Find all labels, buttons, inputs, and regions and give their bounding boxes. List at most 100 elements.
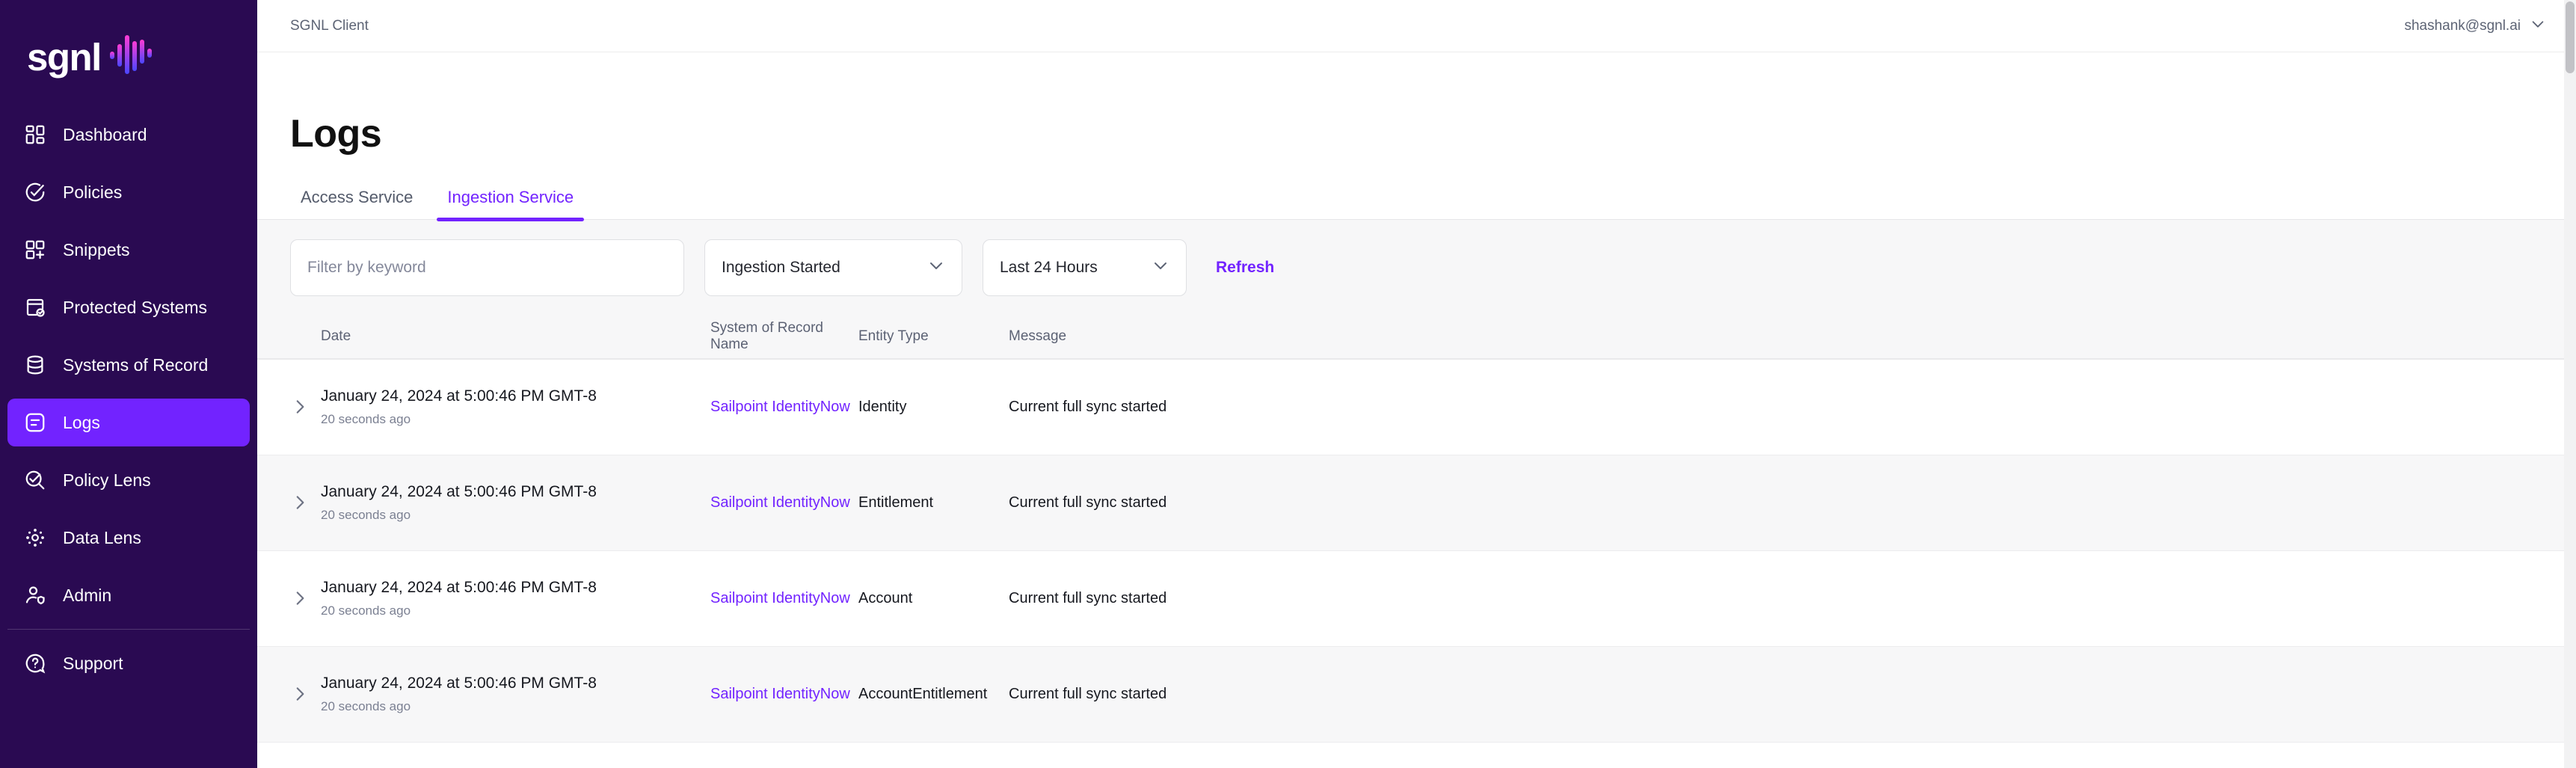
sidebar-item-label: Dashboard: [63, 124, 147, 144]
cell-system-of-record: Sailpoint IdentityNow: [710, 590, 858, 607]
log-timestamp: January 24, 2024 at 5:00:46 PM GMT-8: [321, 387, 597, 405]
cell-entity-type: AccountEntitlement: [858, 685, 988, 702]
sidebar-item-label: Policies: [63, 182, 123, 202]
log-timestamp: January 24, 2024 at 5:00:46 PM GMT-8: [321, 675, 597, 692]
system-of-record-link[interactable]: Sailpoint IdentityNow: [710, 686, 850, 702]
cell-date: January 24, 2024 at 5:00:46 PM GMT-8 20 s…: [321, 482, 710, 523]
chevron-right-icon[interactable]: [290, 397, 321, 417]
sidebar-item-support[interactable]: Support: [7, 639, 250, 687]
sidebar-item-snippets[interactable]: Snippets: [7, 226, 250, 274]
sidebar-item-label: Snippets: [63, 239, 130, 259]
cell-message: Current full sync started: [1009, 685, 1167, 702]
log-relative-time: 20 seconds ago: [321, 603, 411, 618]
sidebar-item-label: Logs: [63, 412, 100, 432]
log-relative-time: 20 seconds ago: [321, 412, 411, 427]
tab-ingestion-service[interactable]: Ingestion Service: [437, 188, 584, 221]
policy-lens-icon: [22, 467, 48, 493]
chevron-down-icon: [2530, 16, 2546, 37]
sidebar-item-label: Policy Lens: [63, 470, 151, 490]
column-header-message: Message: [1009, 328, 1067, 345]
chevron-right-icon[interactable]: [290, 684, 321, 704]
log-timestamp: January 24, 2024 at 5:00:46 PM GMT-8: [321, 579, 597, 597]
search-input[interactable]: [290, 239, 684, 296]
sidebar-item-dashboard[interactable]: Dashboard: [7, 111, 250, 159]
sidebar-item-label: Data Lens: [63, 527, 141, 547]
main-content: SGNL Client shashank@sgnl.ai Logs Access…: [257, 0, 2576, 768]
page-scrollbar[interactable]: [2564, 0, 2576, 768]
column-header-system-of-record-name: System of Record Name: [710, 320, 823, 353]
chevron-right-icon[interactable]: [290, 589, 321, 608]
event-type-select-value: Ingestion Started: [722, 258, 840, 276]
system-of-record-link[interactable]: Sailpoint IdentityNow: [710, 399, 850, 415]
page-title: Logs: [290, 111, 382, 156]
sidebar-item-label: Systems of Record: [63, 354, 209, 375]
check-circle-icon: [22, 179, 48, 205]
page-scrollbar-thumb[interactable]: [2566, 1, 2575, 73]
sidebar-item-label: Support: [63, 653, 123, 673]
table-row[interactable]: January 24, 2024 at 5:00:46 PM GMT-8 20 s…: [257, 455, 2576, 551]
snippets-grid-plus-icon: [22, 237, 48, 262]
time-range-select[interactable]: Last 24 Hours: [983, 239, 1187, 296]
sidebar-item-label: Admin: [63, 585, 112, 605]
sidebar-item-admin[interactable]: Admin: [7, 571, 250, 619]
logs-icon: [22, 410, 48, 435]
cell-date: January 24, 2024 at 5:00:46 PM GMT-8 20 s…: [321, 674, 710, 714]
chevron-right-icon[interactable]: [290, 493, 321, 512]
refresh-button[interactable]: Refresh: [1216, 259, 1274, 277]
cell-system-of-record: Sailpoint IdentityNow: [710, 399, 858, 416]
chevron-down-icon: [1152, 256, 1169, 279]
breadcrumb: SGNL Client: [290, 17, 369, 34]
table-header-row: Date System of Record Name Entity Type M…: [257, 315, 2576, 359]
sidebar-item-logs[interactable]: Logs: [7, 399, 250, 446]
table-row[interactable]: January 24, 2024 at 5:00:46 PM GMT-8 20 s…: [257, 359, 2576, 455]
sgnl-logo[interactable]: sgnl: [0, 0, 257, 82]
logs-table: January 24, 2024 at 5:00:46 PM GMT-8 20 s…: [257, 359, 2576, 743]
log-timestamp: January 24, 2024 at 5:00:46 PM GMT-8: [321, 483, 597, 501]
column-header-entity-type: Entity Type: [858, 328, 929, 345]
sidebar-item-policies[interactable]: Policies: [7, 168, 250, 216]
filter-zone: Ingestion Started Last 24 Hours Refresh …: [257, 219, 2576, 360]
app-root: sgnl Dashboard Policies Snippets Protect…: [0, 0, 2576, 768]
sidebar-item-protected-systems[interactable]: Protected Systems: [7, 283, 250, 331]
top-bar: SGNL Client shashank@sgnl.ai: [257, 0, 2576, 52]
system-of-record-link[interactable]: Sailpoint IdentityNow: [710, 494, 850, 511]
protected-systems-icon: [22, 295, 48, 320]
log-relative-time: 20 seconds ago: [321, 699, 411, 714]
event-type-select[interactable]: Ingestion Started: [704, 239, 962, 296]
sidebar-item-label: Protected Systems: [63, 297, 208, 317]
sidebar-divider: [7, 629, 250, 630]
sidebar-item-policy-lens[interactable]: Policy Lens: [7, 456, 250, 504]
cell-message: Current full sync started: [1009, 494, 1167, 511]
sidebar: sgnl Dashboard Policies Snippets Protect…: [0, 0, 257, 768]
cell-message: Current full sync started: [1009, 589, 1167, 606]
logo-wordmark: sgnl: [27, 35, 102, 79]
system-of-record-link[interactable]: Sailpoint IdentityNow: [710, 590, 850, 606]
database-icon: [22, 352, 48, 378]
cell-entity-type: Identity: [858, 398, 907, 415]
sgnl-waveform-logo-icon: [108, 34, 155, 81]
cell-date: January 24, 2024 at 5:00:46 PM GMT-8 20 s…: [321, 578, 710, 618]
filter-bar: Ingestion Started Last 24 Hours Refresh: [257, 220, 2576, 316]
cell-entity-type: Account: [858, 589, 913, 606]
cell-system-of-record: Sailpoint IdentityNow: [710, 494, 858, 512]
cell-date: January 24, 2024 at 5:00:46 PM GMT-8 20 s…: [321, 387, 710, 427]
admin-user-shield-icon: [22, 583, 48, 608]
user-menu[interactable]: shashank@sgnl.ai: [2404, 16, 2546, 37]
sidebar-item-data-lens[interactable]: Data Lens: [7, 514, 250, 562]
time-range-select-value: Last 24 Hours: [1000, 258, 1098, 276]
cell-message: Current full sync started: [1009, 398, 1167, 415]
tab-access-service[interactable]: Access Service: [290, 188, 423, 219]
table-row[interactable]: January 24, 2024 at 5:00:46 PM GMT-8 20 s…: [257, 646, 2576, 743]
sidebar-item-systems-of-record[interactable]: Systems of Record: [7, 341, 250, 389]
data-lens-icon: [22, 525, 48, 550]
tab-bar: Access Service Ingestion Service: [257, 188, 2576, 221]
log-relative-time: 20 seconds ago: [321, 508, 411, 523]
table-row[interactable]: January 24, 2024 at 5:00:46 PM GMT-8 20 s…: [257, 550, 2576, 647]
user-email-label: shashank@sgnl.ai: [2404, 17, 2521, 34]
dashboard-icon: [22, 122, 48, 147]
question-circle-icon: [22, 651, 48, 676]
cell-system-of-record: Sailpoint IdentityNow: [710, 686, 858, 703]
sidebar-nav: Dashboard Policies Snippets Protected Sy…: [0, 111, 257, 687]
cell-entity-type: Entitlement: [858, 494, 934, 511]
chevron-down-icon: [927, 256, 945, 279]
